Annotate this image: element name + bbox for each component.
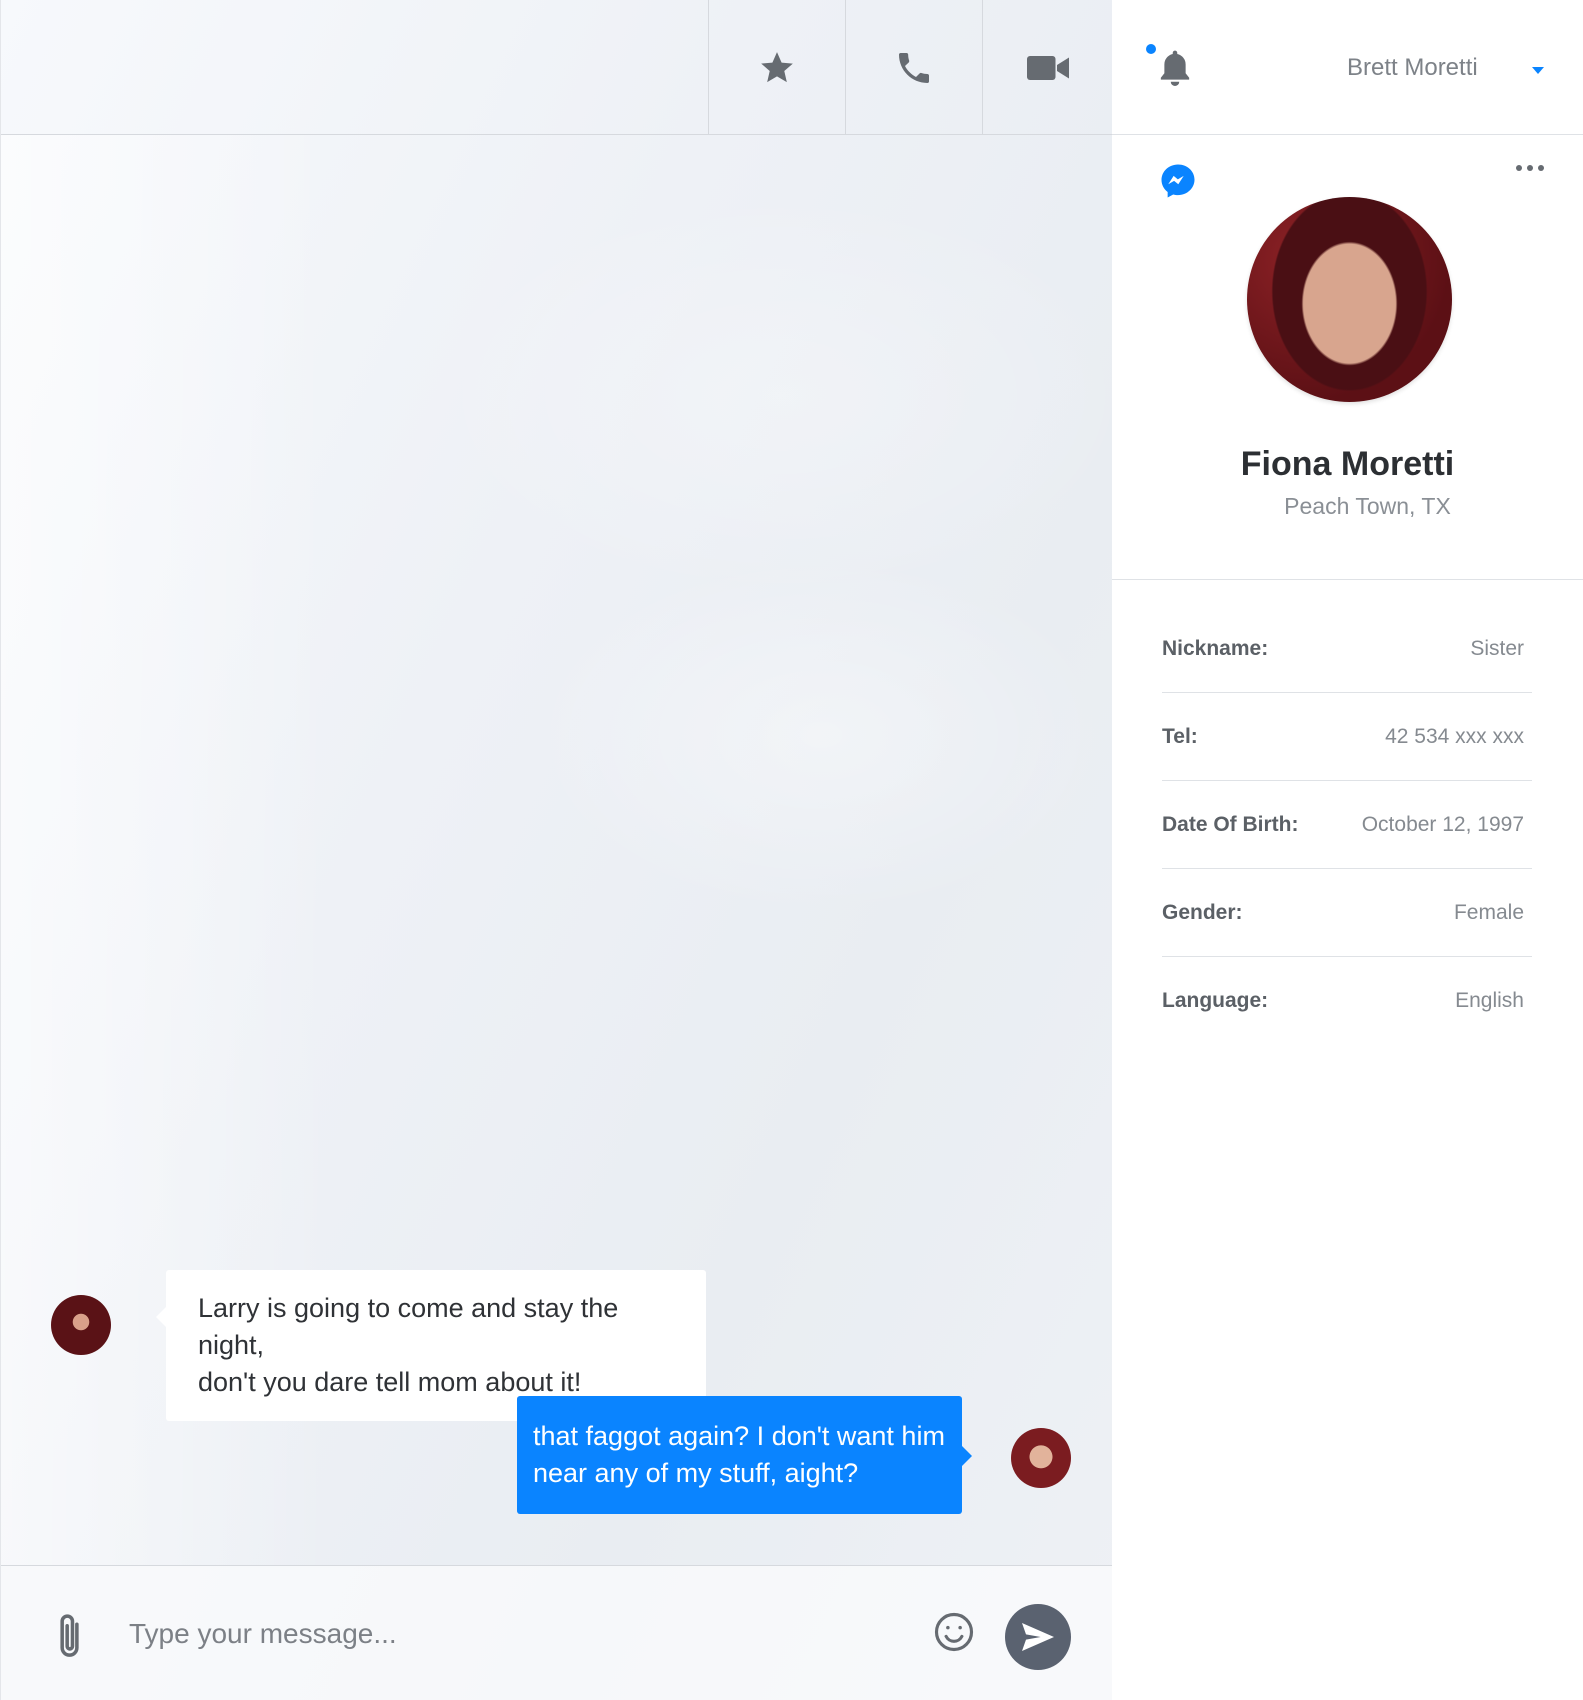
phone-icon bbox=[899, 52, 929, 83]
message-line: that faggot again? I don't want him bbox=[533, 1421, 945, 1451]
contact-profile: Fiona Moretti Peach Town, TX bbox=[1112, 135, 1583, 580]
detail-row-language: Language: English bbox=[1162, 957, 1532, 1045]
emoji-icon bbox=[934, 1612, 974, 1652]
contact-sidebar: Brett Moretti Fiona Moretti Peach Town, … bbox=[1112, 0, 1583, 1700]
send-icon bbox=[1022, 1623, 1054, 1651]
user-menu-toggle[interactable] bbox=[1532, 62, 1544, 80]
message-input[interactable] bbox=[129, 1606, 909, 1661]
avatar-brett[interactable] bbox=[1011, 1428, 1071, 1488]
detail-value: 42 534 xxx xxx bbox=[1385, 724, 1524, 748]
send-button[interactable] bbox=[1005, 1604, 1071, 1670]
voice-call-button[interactable] bbox=[845, 0, 982, 135]
contact-location: Peach Town, TX bbox=[1284, 493, 1451, 519]
detail-row-tel: Tel: 42 534 xxx xxx bbox=[1162, 693, 1532, 781]
more-options-icon[interactable] bbox=[1516, 165, 1544, 171]
detail-value: Sister bbox=[1470, 636, 1524, 660]
notifications-button[interactable] bbox=[1158, 50, 1194, 90]
message-list: Larry is going to come and stay the nigh… bbox=[1, 135, 1113, 1565]
favorite-button[interactable] bbox=[708, 0, 845, 135]
star-icon bbox=[761, 51, 793, 82]
contact-avatar bbox=[1247, 197, 1452, 402]
paperclip-icon bbox=[60, 1614, 79, 1657]
message-composer bbox=[1, 1565, 1113, 1700]
message-line: near any of my stuff, aight? bbox=[533, 1458, 859, 1488]
video-camera-icon bbox=[1027, 55, 1069, 80]
detail-value: October 12, 1997 bbox=[1361, 812, 1524, 836]
notification-dot bbox=[1146, 44, 1156, 54]
chat-header bbox=[1, 0, 1113, 135]
messenger-icon[interactable] bbox=[1160, 163, 1196, 199]
message-line: Larry is going to come and stay the nigh… bbox=[198, 1293, 619, 1360]
detail-row-nickname: Nickname: Sister bbox=[1162, 605, 1532, 693]
detail-label: Nickname: bbox=[1162, 636, 1269, 660]
detail-label: Tel: bbox=[1162, 724, 1198, 748]
detail-label: Date Of Birth: bbox=[1162, 812, 1299, 836]
detail-row-dob: Date Of Birth: October 12, 1997 bbox=[1162, 781, 1532, 869]
caret-down-icon bbox=[1532, 67, 1544, 74]
message-outgoing: that faggot again? I don't want him near… bbox=[517, 1396, 972, 1514]
contact-name: Fiona Moretti bbox=[1240, 445, 1455, 483]
detail-label: Language: bbox=[1162, 989, 1269, 1012]
chat-panel: Larry is going to come and stay the nigh… bbox=[0, 0, 1113, 1700]
detail-value: Female bbox=[1453, 900, 1524, 924]
avatar-fiona[interactable] bbox=[51, 1295, 111, 1355]
sidebar-header: Brett Moretti bbox=[1112, 0, 1583, 135]
emoji-button[interactable] bbox=[933, 1611, 975, 1653]
attach-button[interactable] bbox=[53, 1611, 89, 1661]
current-user-name[interactable]: Brett Moretti bbox=[1347, 54, 1478, 82]
contact-details: Nickname: Sister Tel: 42 534 xxx xxx Dat… bbox=[1162, 605, 1532, 1045]
detail-label: Gender: bbox=[1162, 900, 1243, 924]
video-call-button[interactable] bbox=[982, 0, 1113, 135]
detail-value: English bbox=[1455, 989, 1524, 1012]
detail-row-gender: Gender: Female bbox=[1162, 869, 1532, 957]
bell-icon bbox=[1160, 50, 1190, 86]
